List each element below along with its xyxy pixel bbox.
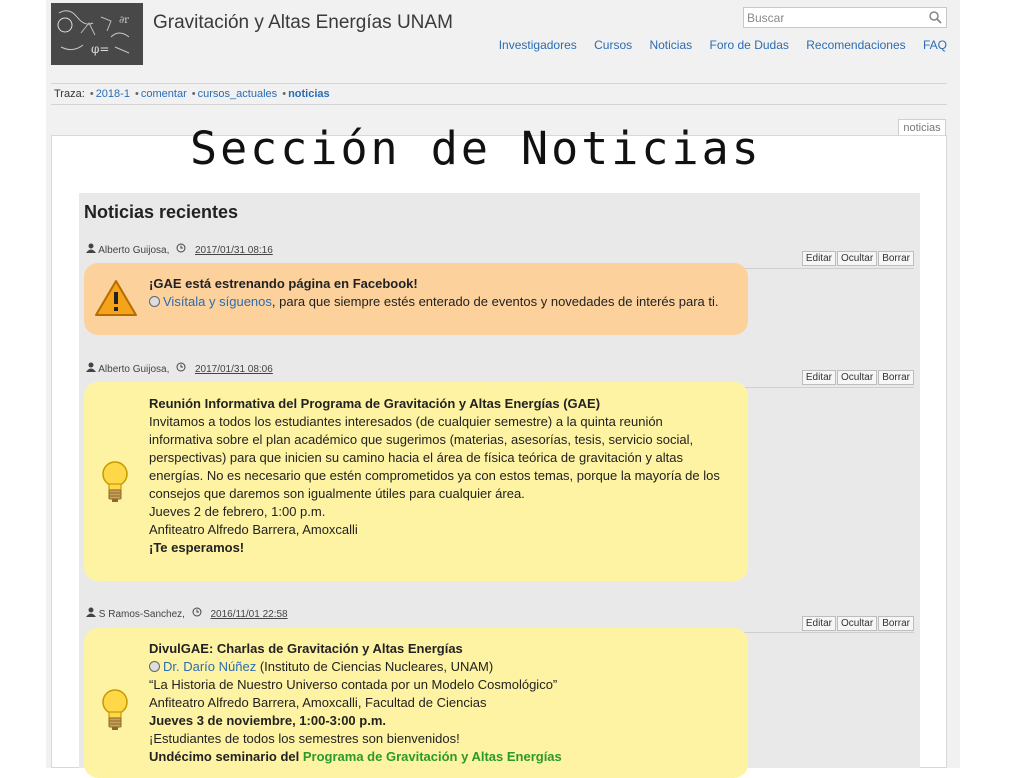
post-date[interactable]: 2017/01/31 08:06 <box>195 364 273 375</box>
search-icon[interactable] <box>929 11 942 29</box>
nav-faq[interactable]: FAQ <box>923 38 947 52</box>
post-author[interactable]: Alberto Guijosa, <box>98 364 169 375</box>
post-meta: Alberto Guijosa, 2017/01/31 08:16 <box>86 243 273 256</box>
breadcrumb-cursos-actuales[interactable]: cursos_actuales <box>198 88 278 100</box>
program-link[interactable]: Programa de Gravitación y Altas Energías <box>303 749 562 764</box>
page-tab[interactable]: noticias <box>898 119 946 136</box>
post-text: , para que siempre estés enterado de eve… <box>271 294 719 309</box>
edit-button[interactable]: Editar <box>801 251 836 266</box>
hide-button[interactable]: Ocultar <box>836 251 878 266</box>
news-note-tip: DivulGAE: Charlas de Gravitación y Altas… <box>84 628 748 778</box>
svg-text:∂r: ∂r <box>119 15 129 26</box>
hide-button[interactable]: Ocultar <box>836 616 878 631</box>
post-author[interactable]: S Ramos-Sanchez, <box>99 609 185 620</box>
user-icon <box>86 243 96 256</box>
post-text-line: informativa sobre el plan académico que … <box>149 432 694 447</box>
breadcrumb-label: Traza: <box>54 88 85 100</box>
post-text-line: Invitamos a todos los estudiantes intere… <box>149 414 663 429</box>
edit-button[interactable]: Editar <box>801 370 836 385</box>
overlay-title: Sección de Noticias <box>190 122 762 175</box>
post-actions: Editar Ocultar Borrar <box>801 616 914 631</box>
delete-button[interactable]: Borrar <box>878 370 914 385</box>
post-date[interactable]: 2016/11/01 22:58 <box>211 609 288 620</box>
svg-text:φ=: φ= <box>91 42 109 56</box>
post-text-line: Anfiteatro Alfredo Barrera, Amoxcalli <box>149 522 358 537</box>
talk-place: Anfiteatro Alfredo Barrera, Amoxcalli, F… <box>149 695 487 710</box>
breadcrumb-divider <box>51 104 947 105</box>
news-heading: Noticias recientes <box>84 202 239 222</box>
nav-foro-de-dudas[interactable]: Foro de Dudas <box>710 38 789 52</box>
post-author[interactable]: Alberto Guijosa, <box>98 245 169 256</box>
warning-icon <box>94 279 138 322</box>
lightbulb-icon <box>100 688 130 737</box>
post-text-line: energías. No es necesario que estén comp… <box>149 468 720 483</box>
post-text-line: consejos que daremos son igualmente útil… <box>149 486 525 501</box>
delete-button[interactable]: Borrar <box>878 251 914 266</box>
news-note-warning: ¡GAE está estrenando página en Facebook!… <box>84 263 748 335</box>
seminar-prefix: Undécimo seminario del <box>149 749 303 764</box>
clock-icon <box>176 243 186 256</box>
search-input[interactable] <box>744 8 927 27</box>
speaker-link[interactable]: Dr. Darío Núñez <box>163 659 256 674</box>
hide-button[interactable]: Ocultar <box>836 370 878 385</box>
post-meta: Alberto Guijosa, 2017/01/31 08:06 <box>86 362 273 375</box>
post-text-line: perspectivas) para que inicien su camino… <box>149 450 684 465</box>
search-box[interactable] <box>743 7 947 28</box>
speaker-affiliation: (Instituto de Ciencias Nucleares, UNAM) <box>256 659 494 674</box>
post-actions: Editar Ocultar Borrar <box>801 370 914 385</box>
facebook-link[interactable]: Visítala y síguenos <box>163 294 272 309</box>
lightbulb-icon <box>100 460 130 509</box>
nav-cursos[interactable]: Cursos <box>594 38 632 52</box>
breadcrumb: Traza: • 2018-1 • comentar • cursos_actuale… <box>54 88 330 100</box>
talk-title: “La Historia de Nuestro Universo contada… <box>149 677 558 692</box>
post-title: ¡GAE está estrenando página en Facebook! <box>149 276 418 291</box>
post-title: Reunión Informativa del Programa de Grav… <box>149 396 601 411</box>
top-navigation: Investigadores Cursos Noticias Foro de D… <box>485 38 947 52</box>
post-closing: ¡Te esperamos! <box>149 540 245 555</box>
post-actions: Editar Ocultar Borrar <box>801 251 914 266</box>
post-title: DivulGAE: Charlas de Gravitación y Altas… <box>149 641 463 656</box>
post-text-line: Jueves 2 de febrero, 1:00 p.m. <box>149 504 326 519</box>
talk-date: Jueves 3 de noviembre, 1:00-3:00 p.m. <box>149 713 386 728</box>
clock-icon <box>176 362 186 375</box>
clock-icon <box>192 607 202 620</box>
user-icon <box>86 362 96 375</box>
site-title[interactable]: Gravitación y Altas Energías UNAM <box>153 12 453 34</box>
post-meta: S Ramos-Sanchez, 2016/11/01 22:58 <box>86 607 288 620</box>
header-divider <box>51 83 947 84</box>
talk-welcome: ¡Estudiantes de todos los semestres son … <box>149 731 460 746</box>
globe-icon <box>149 296 160 307</box>
site-logo[interactable]: φ= ∂r <box>51 3 143 65</box>
breadcrumb-noticias[interactable]: noticias <box>288 88 330 100</box>
globe-icon <box>149 661 160 672</box>
post-date[interactable]: 2017/01/31 08:16 <box>195 245 273 256</box>
nav-recomendaciones[interactable]: Recomendaciones <box>806 38 905 52</box>
delete-button[interactable]: Borrar <box>878 616 914 631</box>
nav-noticias[interactable]: Noticias <box>649 38 692 52</box>
breadcrumb-2018-1[interactable]: 2018-1 <box>96 88 130 100</box>
news-note-tip: Reunión Informativa del Programa de Grav… <box>84 382 748 581</box>
breadcrumb-comentar[interactable]: comentar <box>141 88 187 100</box>
edit-button[interactable]: Editar <box>801 616 836 631</box>
user-icon <box>86 607 96 620</box>
nav-investigadores[interactable]: Investigadores <box>499 38 577 52</box>
